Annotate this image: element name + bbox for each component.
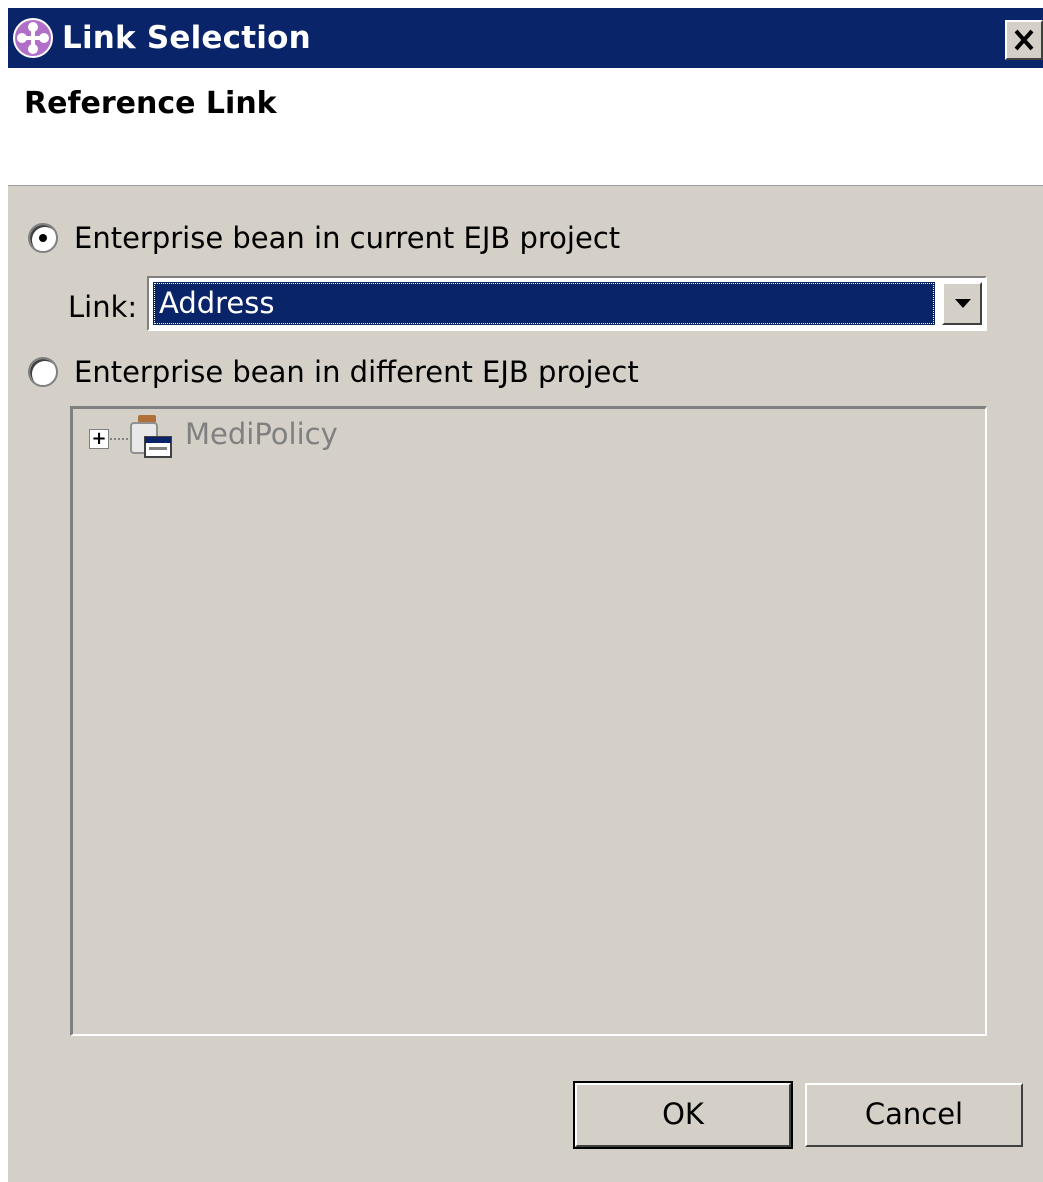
ok-button[interactable]: OK (573, 1081, 793, 1149)
link-combo-dropdown-button[interactable] (942, 282, 982, 325)
project-tree[interactable]: + MediPolicy (70, 406, 987, 1036)
chevron-down-icon (955, 299, 971, 308)
tree-connector (110, 438, 128, 440)
link-combo-value[interactable]: Address (153, 282, 935, 325)
close-icon (1014, 29, 1034, 51)
different-project-option[interactable]: Enterprise bean in different EJB project (28, 352, 639, 392)
current-project-radio[interactable] (28, 223, 58, 253)
title-bar[interactable]: Link Selection (8, 8, 1043, 68)
ejb-project-icon (130, 415, 172, 458)
link-selection-dialog: Link Selection Reference Link Enterprise… (8, 8, 1043, 1182)
header-title: Reference Link (24, 86, 277, 121)
radio-selected-dot (39, 234, 47, 242)
tree-item-label: MediPolicy (185, 417, 338, 451)
cancel-button[interactable]: Cancel (805, 1083, 1023, 1147)
different-project-label: Enterprise bean in different EJB project (74, 355, 639, 389)
link-label: Link: (68, 290, 138, 324)
close-button[interactable] (1005, 20, 1043, 60)
current-project-label: Enterprise bean in current EJB project (74, 221, 621, 255)
expand-icon[interactable]: + (89, 429, 109, 449)
link-selection-app-icon (13, 18, 53, 58)
window-title: Link Selection (62, 20, 311, 56)
link-combo[interactable]: Address (147, 276, 987, 331)
different-project-radio[interactable] (28, 357, 58, 387)
current-project-option[interactable]: Enterprise bean in current EJB project (28, 218, 620, 258)
dialog-header: Reference Link (8, 68, 1043, 186)
